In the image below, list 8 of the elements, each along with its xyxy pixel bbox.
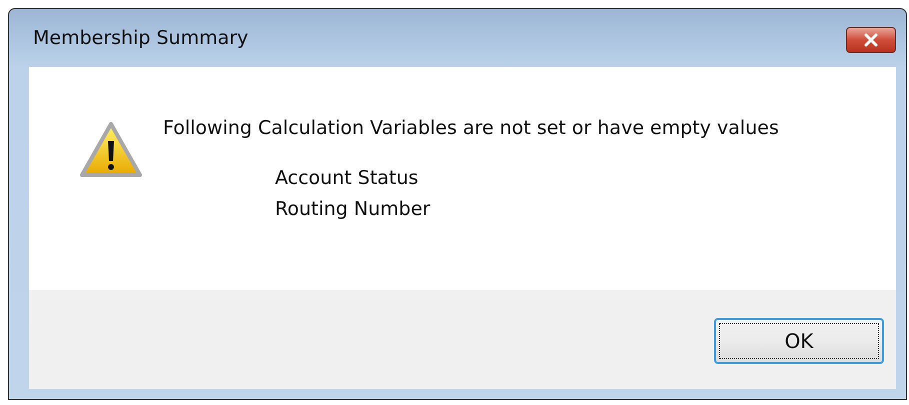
window-title: Membership Summary (33, 27, 248, 49)
warning-icon (79, 121, 143, 179)
ok-button[interactable]: OK (714, 318, 884, 364)
close-button[interactable] (846, 27, 896, 53)
message-text: Following Calculation Variables are not set or have empty values (163, 117, 779, 139)
variable-name: Account Status (275, 166, 420, 191)
close-icon (862, 33, 880, 47)
variable-name: Routing Number (275, 197, 432, 222)
